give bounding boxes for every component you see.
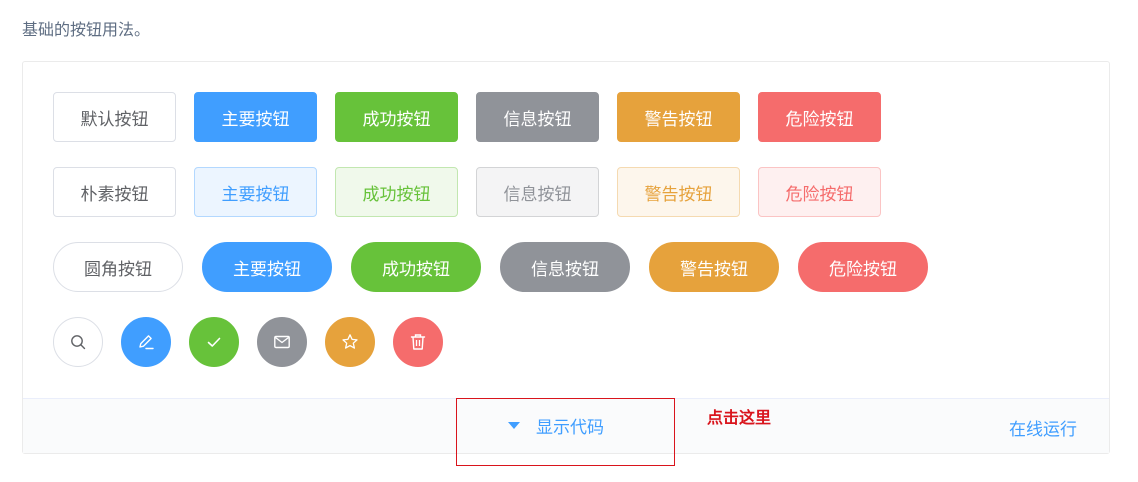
round-danger-button[interactable]: 危险按钮	[798, 242, 928, 292]
delete-icon	[410, 334, 426, 350]
round-info-button[interactable]: 信息按钮	[500, 242, 630, 292]
circle-edit-button[interactable]	[121, 317, 171, 367]
plain-success-button[interactable]: 成功按钮	[335, 167, 458, 217]
plain-warning-button[interactable]: 警告按钮	[617, 167, 740, 217]
circle-check-button[interactable]	[189, 317, 239, 367]
star-icon	[342, 334, 358, 349]
info-button[interactable]: 信息按钮	[476, 92, 599, 142]
warning-button[interactable]: 警告按钮	[617, 92, 740, 142]
round-success-button[interactable]: 成功按钮	[351, 242, 481, 292]
run-online-link[interactable]: 在线运行	[1009, 415, 1077, 440]
check-icon	[207, 337, 221, 347]
plain-info-button[interactable]: 信息按钮	[476, 167, 599, 217]
message-icon	[274, 335, 290, 349]
success-button[interactable]: 成功按钮	[335, 92, 458, 142]
circle-search-button[interactable]	[53, 317, 103, 367]
demo-description: 基础的按钮用法。	[22, 20, 151, 39]
plain-default-button[interactable]: 朴素按钮	[53, 167, 176, 217]
plain-primary-button[interactable]: 主要按钮	[194, 167, 317, 217]
round-primary-button[interactable]: 主要按钮	[202, 242, 332, 292]
primary-button[interactable]: 主要按钮	[194, 92, 317, 142]
default-button[interactable]: 默认按钮	[53, 92, 176, 142]
demo-card: 默认按钮 主要按钮 成功按钮 信息按钮 警告按钮 危险按钮 朴素按钮 主要按钮 …	[22, 61, 1110, 454]
danger-button[interactable]: 危险按钮	[758, 92, 881, 142]
edit-icon	[139, 335, 154, 350]
circle-delete-button[interactable]	[393, 317, 443, 367]
button-row-plain: 朴素按钮 主要按钮 成功按钮 信息按钮 警告按钮 危险按钮	[53, 167, 899, 217]
circle-message-button[interactable]	[257, 317, 307, 367]
search-icon	[71, 335, 86, 350]
plain-danger-button[interactable]: 危险按钮	[758, 167, 881, 217]
button-row-circle	[53, 317, 461, 367]
annotation-text: 点击这里	[707, 408, 772, 427]
round-warning-button[interactable]: 警告按钮	[649, 242, 779, 292]
highlight-box	[456, 398, 675, 466]
button-row-default: 默认按钮 主要按钮 成功按钮 信息按钮 警告按钮 危险按钮	[53, 92, 899, 142]
button-row-round: 圆角按钮 主要按钮 成功按钮 信息按钮 警告按钮 危险按钮	[53, 242, 947, 292]
circle-star-button[interactable]	[325, 317, 375, 367]
round-default-button[interactable]: 圆角按钮	[53, 242, 183, 292]
